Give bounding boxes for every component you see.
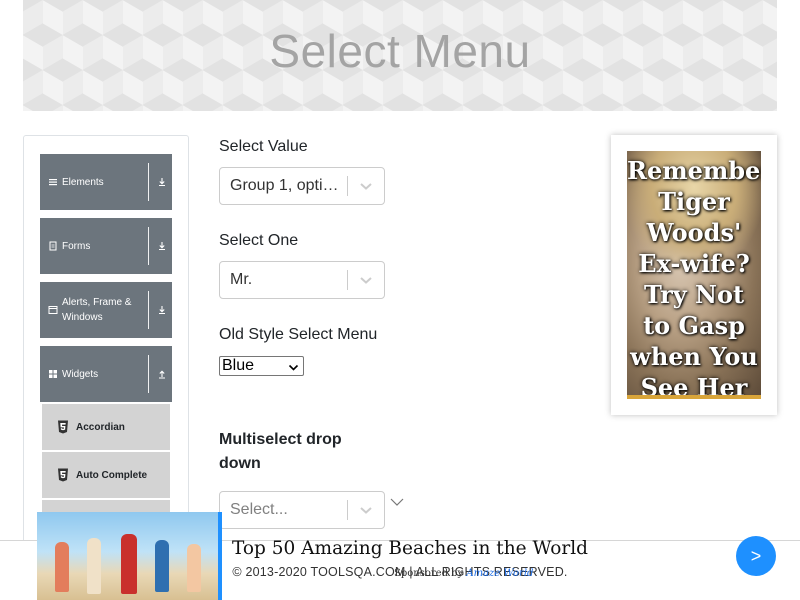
header-banner: Select Menu	[23, 0, 777, 111]
sidebar-group-widgets[interactable]: Widgets	[40, 346, 172, 402]
chevron-down-icon[interactable]	[348, 262, 384, 298]
old-style-select[interactable]: Blue	[219, 356, 304, 376]
sidebar-item-accordian[interactable]: Accordian	[42, 404, 170, 450]
select-value-label: Select Value	[219, 138, 308, 155]
sidebar-group-label: Alerts, Frame & Windows	[62, 297, 132, 323]
bottom-advertisement[interactable]: Top 50 Amazing Beaches in the World Spon…	[37, 512, 800, 600]
html5-shield-icon	[57, 420, 69, 434]
divider	[148, 355, 149, 393]
sidebar-group-label: Elements	[62, 176, 104, 188]
old-style-select-label: Old Style Select Menu	[219, 326, 378, 343]
person-figure	[55, 542, 69, 592]
advertisement[interactable]: Remember Tiger Woods' Ex-wife? Try Not t…	[611, 135, 777, 415]
page-title: Select Menu	[269, 25, 531, 77]
sidebar-group-label: Widgets	[62, 368, 99, 380]
sponsor-prefix: Sponsored by	[394, 568, 464, 579]
ad-image[interactable]: Remember Tiger Woods' Ex-wife? Try Not t…	[627, 151, 761, 399]
multiselect-label: Multiselect drop down	[219, 431, 342, 472]
ad-thumbnail[interactable]	[37, 512, 222, 600]
sidebar-group-elements[interactable]: Elements	[40, 154, 172, 210]
select-value-dropdown[interactable]: Group 1, option 1	[219, 167, 385, 205]
select-one-dropdown[interactable]: Mr.	[219, 261, 385, 299]
download-arrow-icon[interactable]	[152, 218, 172, 274]
select-one-label: Select One	[219, 232, 299, 249]
divider	[148, 291, 149, 329]
chevron-down-icon[interactable]	[348, 168, 384, 204]
document-icon	[48, 241, 58, 251]
person-figure	[121, 534, 137, 594]
sidebar-item-auto-complete[interactable]: Auto Complete	[42, 452, 170, 498]
old-style-select-value: Blue	[222, 357, 255, 374]
sponsor-name[interactable]: Amaze World	[466, 568, 533, 579]
hamburger-icon	[48, 177, 58, 187]
upload-arrow-icon[interactable]	[152, 346, 172, 402]
download-arrow-icon[interactable]	[152, 282, 172, 338]
ad-headline: Remember Tiger Woods' Ex-wife? Try Not t…	[627, 156, 761, 399]
grid-icon	[48, 369, 58, 379]
sidebar-item-label: Auto Complete	[76, 469, 148, 481]
divider	[148, 227, 149, 265]
window-icon	[48, 305, 58, 315]
bottom-ad-headline[interactable]: Top 50 Amazing Beaches in the World	[232, 538, 588, 559]
select-value-current: Group 1, option 1	[230, 177, 348, 194]
sidebar-group-forms[interactable]: Forms	[40, 218, 172, 274]
sidebar-item-label: Accordian	[76, 421, 125, 433]
select-one-current: Mr.	[230, 271, 253, 288]
html5-shield-icon	[57, 468, 69, 482]
sidebar-group-alerts[interactable]: Alerts, Frame & Windows	[40, 282, 172, 338]
divider	[148, 163, 149, 201]
download-arrow-icon[interactable]	[152, 154, 172, 210]
person-figure	[155, 540, 169, 592]
bottom-ad-next-button[interactable]: >	[736, 536, 776, 576]
sponsor-line: Sponsored by Amaze World	[394, 568, 533, 579]
person-figure	[187, 544, 201, 592]
person-figure	[87, 538, 101, 594]
chevron-down-icon[interactable]	[390, 495, 404, 513]
chevron-down-icon	[288, 360, 299, 378]
sidebar-group-label: Forms	[62, 240, 91, 252]
